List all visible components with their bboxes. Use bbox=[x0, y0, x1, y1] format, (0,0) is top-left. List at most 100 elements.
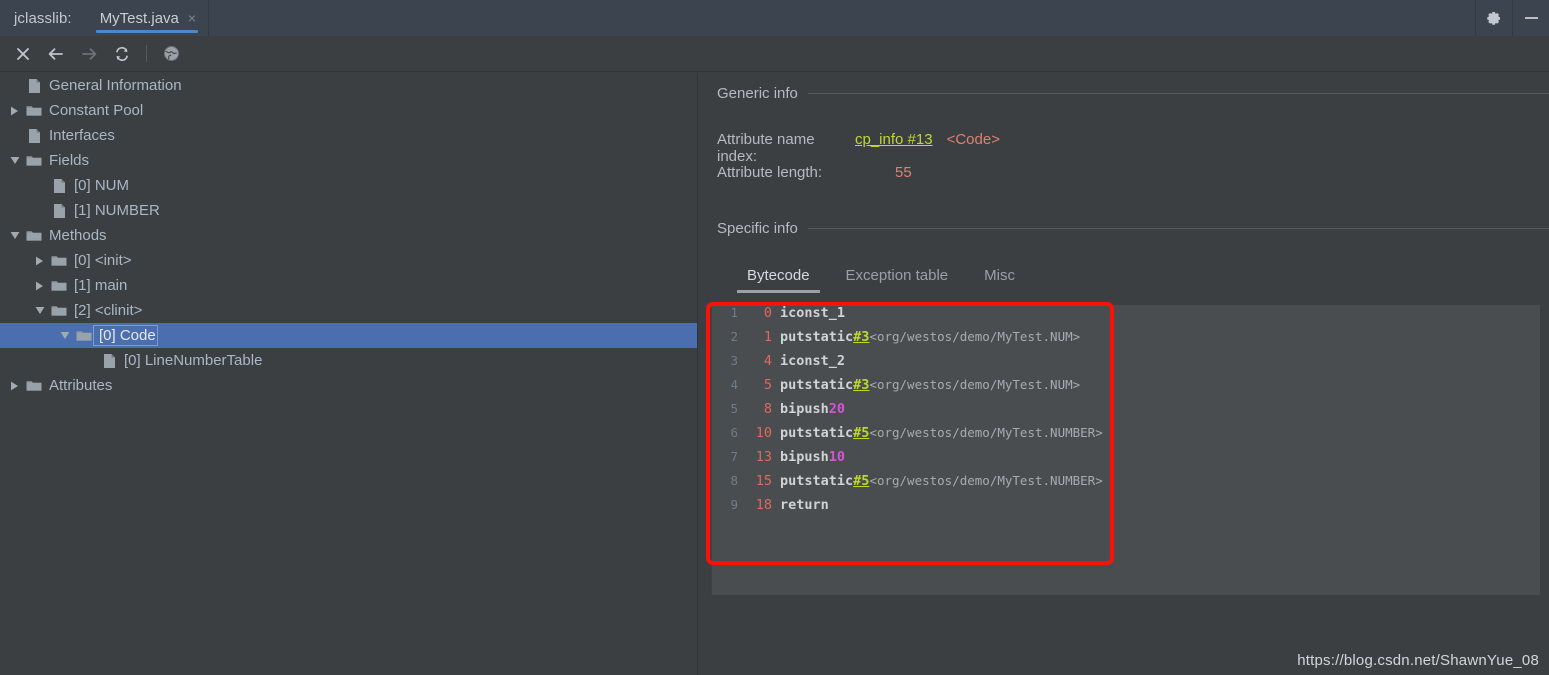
bytecode-opcode: bipush bbox=[780, 401, 829, 417]
bytecode-offset: 1 bbox=[763, 329, 772, 345]
attribute-length-value: 55 bbox=[895, 164, 912, 181]
chevron-down-icon bbox=[10, 157, 19, 164]
file-icon bbox=[28, 128, 40, 143]
tree-twisty-collapsed[interactable] bbox=[6, 106, 23, 116]
tree-twisty-collapsed[interactable] bbox=[31, 256, 48, 266]
arrow-left-icon bbox=[48, 47, 63, 60]
line-number: 1 bbox=[730, 305, 738, 320]
file-icon bbox=[48, 203, 70, 219]
folder-icon bbox=[23, 379, 45, 392]
detail-tab[interactable]: Misc bbox=[966, 261, 1033, 293]
browse-button[interactable] bbox=[156, 40, 186, 68]
detail-tab[interactable]: Bytecode bbox=[729, 261, 828, 293]
chevron-right-icon bbox=[36, 256, 43, 265]
detail-tab[interactable]: Exception table bbox=[828, 261, 967, 293]
bytecode-opcode: putstatic bbox=[780, 329, 854, 345]
tree-item-label: Interfaces bbox=[49, 127, 115, 144]
folder-icon bbox=[23, 229, 45, 242]
detail-tab-bar[interactable]: Bytecode Exception table Misc bbox=[729, 261, 1033, 293]
bytecode-opcode: iconst_1 bbox=[780, 305, 846, 321]
bytecode-line: 6 10 putstatic #5 <org/westos/demo/MyTest.… bbox=[712, 425, 1540, 449]
minimize-button[interactable] bbox=[1513, 1, 1549, 36]
bytecode-line: 9 18 return bbox=[712, 497, 1540, 521]
chevron-right-icon bbox=[11, 381, 18, 390]
back-button[interactable] bbox=[41, 40, 71, 68]
close-icon bbox=[17, 47, 29, 60]
constant-pool-ref-link[interactable]: #3 bbox=[853, 329, 869, 345]
bytecode-comment: <org/westos/demo/MyTest.NUMBER> bbox=[869, 425, 1103, 440]
close-icon[interactable]: × bbox=[188, 11, 196, 25]
tree-item[interactable]: Interfaces bbox=[0, 123, 697, 148]
forward-button bbox=[74, 40, 104, 68]
tree-item[interactable]: [0] Code bbox=[0, 323, 697, 348]
generic-info-fields: Attribute name index: cp_info #13 <Code>… bbox=[717, 131, 1000, 197]
tree-item[interactable]: [0] LineNumberTable bbox=[0, 348, 697, 373]
bytecode-offset: 5 bbox=[763, 377, 772, 393]
tree-twisty-expanded[interactable] bbox=[31, 306, 48, 315]
titlebar-spacer-1 bbox=[209, 0, 1475, 36]
tree-item[interactable]: General Information bbox=[0, 73, 697, 98]
tree-item-label: [0] LineNumberTable bbox=[124, 352, 263, 369]
cp-info-link[interactable]: cp_info #13 bbox=[855, 131, 933, 148]
tree-item[interactable]: [0] NUM bbox=[0, 173, 697, 198]
tree-twisty-expanded[interactable] bbox=[56, 331, 73, 340]
chevron-down-icon bbox=[35, 307, 44, 314]
bytecode-listing[interactable]: 1 0 iconst_1 2 1 putstatic #3 <org/westos/dem… bbox=[711, 305, 1540, 595]
bytecode-opcode: bipush bbox=[780, 449, 829, 465]
class-structure-tree[interactable]: General Information Constant Pool Interfac… bbox=[0, 73, 697, 675]
bytecode-comment: <org/westos/demo/MyTest.NUM> bbox=[869, 377, 1081, 392]
chevron-down-icon bbox=[60, 332, 69, 339]
tree-item-label: Constant Pool bbox=[49, 102, 144, 119]
file-icon bbox=[23, 78, 45, 94]
tree-item[interactable]: [2] <clinit> bbox=[0, 298, 697, 323]
tree-twisty-collapsed[interactable] bbox=[31, 281, 48, 291]
specific-info-title: Specific info bbox=[717, 220, 798, 237]
constant-pool-ref-link[interactable]: #5 bbox=[853, 425, 869, 441]
tree-item[interactable]: Fields bbox=[0, 148, 697, 173]
tree-twisty-collapsed[interactable] bbox=[6, 381, 23, 391]
tree-item[interactable]: Attributes bbox=[0, 373, 697, 398]
bytecode-line: 7 13 bipush 10 bbox=[712, 449, 1540, 473]
bytecode-offset: 13 bbox=[755, 449, 772, 465]
chevron-down-icon bbox=[10, 232, 19, 239]
tree-item[interactable]: [1] main bbox=[0, 273, 697, 298]
line-number: 5 bbox=[730, 401, 738, 416]
tree-item[interactable]: Methods bbox=[0, 223, 697, 248]
folder-icon bbox=[51, 281, 67, 291]
folder-icon bbox=[51, 256, 67, 266]
tree-item[interactable]: [1] NUMBER bbox=[0, 198, 697, 223]
bytecode-line: 1 0 iconst_1 bbox=[712, 305, 1540, 329]
folder-icon bbox=[51, 306, 67, 316]
chevron-right-icon bbox=[36, 281, 43, 290]
globe-icon bbox=[163, 46, 179, 61]
bytecode-opcode: putstatic bbox=[780, 377, 854, 393]
tree-twisty-expanded[interactable] bbox=[6, 231, 23, 240]
attribute-detail-pane: Generic info Attribute name index: cp_in… bbox=[705, 73, 1549, 675]
tree-item[interactable]: Constant Pool bbox=[0, 98, 697, 123]
title-bar: jclasslib: MyTest.java × bbox=[0, 0, 1549, 37]
bytecode-opcode: putstatic bbox=[780, 473, 854, 489]
tree-twisty-expanded[interactable] bbox=[6, 156, 23, 165]
bytecode-line: 5 8 bipush 20 bbox=[712, 401, 1540, 425]
bytecode-opcode: return bbox=[780, 497, 829, 513]
bytecode-line: 8 15 putstatic #5 <org/westos/demo/MyTest.… bbox=[712, 473, 1540, 497]
tab-mytest-java[interactable]: MyTest.java × bbox=[86, 0, 208, 36]
tree-item[interactable]: [0] <init> bbox=[0, 248, 697, 273]
bytecode-offset: 8 bbox=[763, 401, 772, 417]
file-icon bbox=[98, 353, 120, 369]
tree-item-label: [1] main bbox=[74, 277, 128, 294]
constant-pool-ref-link[interactable]: #3 bbox=[853, 377, 869, 393]
folder-icon bbox=[48, 254, 70, 267]
line-number: 6 bbox=[730, 425, 738, 440]
folder-icon bbox=[48, 304, 70, 317]
gear-icon bbox=[1487, 12, 1500, 25]
bytecode-line: 4 5 putstatic #3 <org/westos/demo/MyTest.N… bbox=[712, 377, 1540, 401]
folder-icon bbox=[26, 156, 42, 166]
section-rule bbox=[807, 93, 1549, 94]
reload-button[interactable] bbox=[107, 40, 137, 68]
settings-button[interactable] bbox=[1476, 1, 1512, 36]
constant-pool-ref-link[interactable]: #5 bbox=[853, 473, 869, 489]
close-button[interactable] bbox=[8, 40, 38, 68]
file-icon bbox=[53, 203, 65, 218]
attribute-length-row: Attribute length: 55 bbox=[717, 164, 1000, 197]
